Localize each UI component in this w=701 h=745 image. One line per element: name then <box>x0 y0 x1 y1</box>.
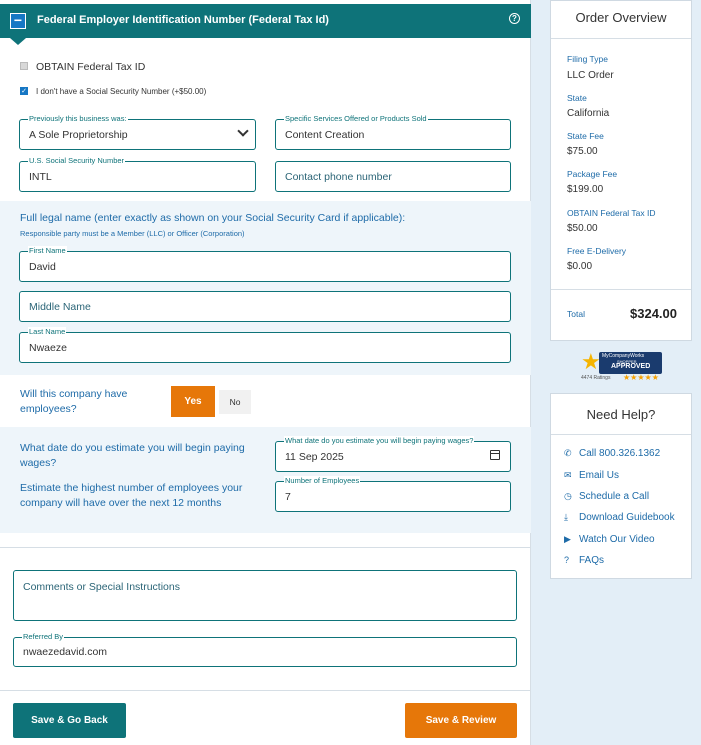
summary-value: LLC Order <box>567 70 614 81</box>
ssn-legend: U.S. Social Security Number <box>28 156 126 166</box>
need-help-title: Need Help? <box>586 407 656 422</box>
order-overview-title: Order Overview <box>575 10 667 25</box>
first-name-legend: First Name <box>28 246 67 256</box>
help-link-label: Download Guidebook <box>579 512 675 523</box>
services-value: Content Creation <box>285 128 365 141</box>
help-link-label: Watch Our Video <box>579 534 655 545</box>
obtain-checkbox[interactable] <box>20 62 28 70</box>
download-icon: ⤓ <box>564 512 568 522</box>
star-icon: ★ <box>581 349 601 374</box>
no-ssn-label: I don't have a Social Security Number (+… <box>36 87 207 96</box>
count-question: Estimate the highest number of employees… <box>20 482 243 509</box>
summary-label: Filing Type <box>567 54 608 64</box>
referred-by-value: nwaezedavid.com <box>23 646 108 658</box>
summary-value: $199.00 <box>567 184 604 195</box>
no-ssn-checkbox[interactable]: ✓ <box>20 87 28 95</box>
section-divider <box>0 547 531 548</box>
help-link-label: Email Us <box>579 470 620 481</box>
employee-count-legend: Number of Employees <box>284 476 361 486</box>
ssn-field[interactable]: U.S. Social Security Number INTL <box>19 156 256 192</box>
prev-business-legend: Previously this business was: <box>28 114 128 124</box>
total-divider <box>551 289 691 290</box>
chevron-down-icon <box>237 125 249 137</box>
phone-placeholder: Contact phone number <box>285 170 392 183</box>
total-value: $324.00 <box>630 306 677 321</box>
section-header[interactable]: − Federal Employer Identification Number… <box>0 4 531 45</box>
phone-field[interactable]: Contact phone number <box>275 161 511 192</box>
phone-icon: ✆ <box>564 448 572 458</box>
badge-banner: MyCompanyWorks SHOPPER APPROVED <box>599 352 662 374</box>
total-label: Total <box>567 309 585 319</box>
order-title-divider <box>551 38 691 39</box>
clock-icon: ◷ <box>564 491 572 501</box>
wages-date-legend: What date do you estimate you will begin… <box>284 436 475 446</box>
help-link-schedule[interactable]: ◷ Schedule a Call <box>564 491 649 502</box>
wages-date-field[interactable]: What date do you estimate you will begin… <box>275 436 511 472</box>
legal-name-note: Responsible party must be a Member (LLC)… <box>20 229 245 238</box>
first-name-field[interactable]: First Name David <box>19 246 511 282</box>
employee-count-value: 7 <box>285 490 291 503</box>
comments-placeholder: Comments or Special Instructions <box>23 581 180 593</box>
prev-business-select[interactable]: Previously this business was: A Sole Pro… <box>19 114 256 150</box>
services-legend: Specific Services Offered or Products So… <box>284 114 428 124</box>
calendar-icon[interactable] <box>490 450 500 460</box>
comments-field[interactable]: Comments or Special Instructions <box>13 570 517 621</box>
need-help-card: Need Help? ✆ Call 800.326.1362 ✉ Email Us … <box>550 393 692 579</box>
prev-business-value: A Sole Proprietorship <box>29 128 128 141</box>
wages-date-value: 11 Sep 2025 <box>285 450 344 463</box>
summary-value: $0.00 <box>567 261 593 272</box>
help-link-label: Schedule a Call <box>579 491 650 502</box>
wages-question: What date do you estimate you will begin… <box>20 442 245 469</box>
employees-question: Will this company have employees? <box>20 388 128 415</box>
help-title-divider <box>551 434 691 435</box>
badge-line3: APPROVED <box>611 363 651 370</box>
last-name-value: Nwaeze <box>29 341 67 354</box>
services-field[interactable]: Specific Services Offered or Products So… <box>275 114 511 150</box>
last-name-field[interactable]: Last Name Nwaeze <box>19 327 511 363</box>
employee-count-field[interactable]: Number of Employees 7 <box>275 476 511 512</box>
help-link-call[interactable]: ✆ Call 800.326.1362 <box>564 448 660 459</box>
help-link-faqs[interactable]: ? FAQs <box>564 555 604 566</box>
play-icon: ▶ <box>564 534 571 544</box>
help-link-email[interactable]: ✉ Email Us <box>564 470 619 481</box>
form-panel: − Federal Employer Identification Number… <box>0 0 531 745</box>
summary-value: $50.00 <box>567 223 598 234</box>
referred-by-field[interactable]: Referred By nwaezedavid.com <box>13 632 517 667</box>
help-circle-icon[interactable]: ? <box>509 13 520 24</box>
legal-name-heading: Full legal name (enter exactly as shown … <box>20 212 406 224</box>
footer-divider <box>0 690 531 691</box>
section-title: Federal Employer Identification Number (… <box>37 14 329 26</box>
badge-ratings: 4474 Ratings <box>581 375 611 381</box>
obtain-label: OBTAIN Federal Tax ID <box>36 61 146 73</box>
summary-label: OBTAIN Federal Tax ID <box>567 208 656 218</box>
no-button[interactable]: No <box>219 390 251 414</box>
help-link-label: FAQs <box>579 555 605 566</box>
header-notch <box>10 38 26 45</box>
summary-label: State Fee <box>567 131 604 141</box>
middle-name-field[interactable]: Middle Name <box>19 291 511 322</box>
summary-label: Package Fee <box>567 169 618 179</box>
yes-button[interactable]: Yes <box>171 386 215 417</box>
help-link-guidebook[interactable]: ⤓ Download Guidebook <box>564 512 675 523</box>
help-link-label: Call 800.326.1362 <box>579 448 661 459</box>
order-overview-card: Order Overview Filing Type LLC Order Sta… <box>550 0 692 341</box>
summary-value: California <box>567 108 610 119</box>
last-name-legend: Last Name <box>28 327 67 337</box>
summary-label: Free E-Delivery <box>567 246 627 256</box>
envelope-icon: ✉ <box>564 470 572 480</box>
summary-value: $75.00 <box>567 146 598 157</box>
question-icon: ? <box>564 555 570 565</box>
summary-label: State <box>567 93 587 103</box>
first-name-value: David <box>29 260 56 273</box>
referred-by-legend: Referred By <box>22 632 65 642</box>
shopper-approved-badge[interactable]: ★ MyCompanyWorks SHOPPER APPROVED 4474 R… <box>581 351 662 383</box>
middle-name-placeholder: Middle Name <box>29 300 91 313</box>
ssn-value: INTL <box>29 170 52 183</box>
minus-icon[interactable]: − <box>10 13 26 29</box>
badge-stars: ★★★★★ <box>623 373 659 382</box>
save-go-back-button[interactable]: Save & Go Back <box>13 703 126 738</box>
help-link-video[interactable]: ▶ Watch Our Video <box>564 534 655 545</box>
save-review-button[interactable]: Save & Review <box>405 703 517 738</box>
